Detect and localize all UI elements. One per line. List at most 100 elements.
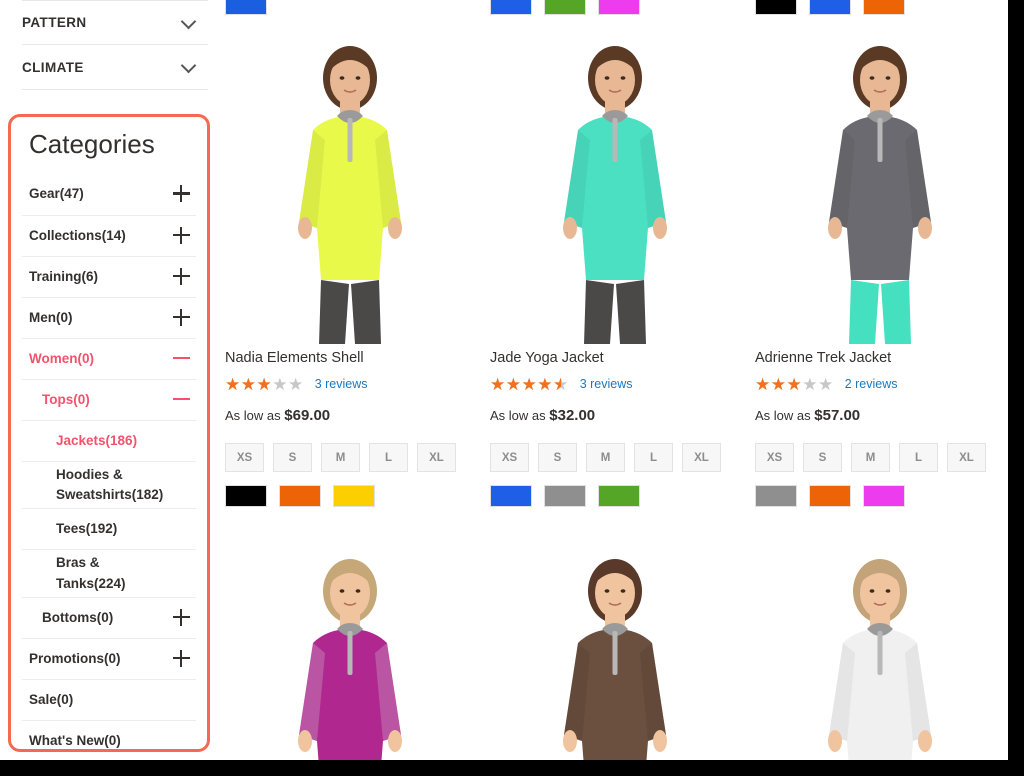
category-item[interactable]: Bottoms(0) — [22, 596, 196, 638]
color-swatch[interactable] — [279, 485, 321, 507]
product-name-link[interactable]: Jade Yoga Jacket — [490, 350, 604, 366]
color-swatch[interactable] — [333, 485, 375, 507]
size-option[interactable]: XS — [490, 443, 529, 472]
size-option[interactable]: S — [273, 443, 312, 472]
size-option[interactable]: L — [634, 443, 673, 472]
product-photo-illustration — [755, 32, 1005, 344]
color-swatch[interactable] — [863, 485, 905, 507]
product-price: As low as $32.00 — [490, 407, 755, 424]
category-item-label: Women(0) — [29, 350, 95, 366]
product-card[interactable] — [225, 545, 490, 760]
color-swatch[interactable] — [544, 0, 586, 15]
product-rating: ★★★★★★★★★★ 3 reviews — [490, 375, 755, 393]
category-item-label: Jackets(186) — [56, 432, 138, 448]
category-item-label: Gear(47) — [29, 186, 84, 202]
color-swatch[interactable] — [225, 485, 267, 507]
size-option-row: XS S M L XL — [225, 443, 490, 472]
color-swatch[interactable] — [809, 485, 851, 507]
category-item[interactable]: Men(0) — [22, 296, 196, 338]
filter-climate[interactable]: CLIMATE — [22, 45, 208, 90]
color-swatch-row — [755, 485, 1008, 507]
color-swatch[interactable] — [225, 0, 267, 15]
category-item-label: Bottoms(0) — [42, 609, 114, 625]
category-item[interactable]: Bras & Tanks(224) — [22, 549, 196, 597]
product-photo-illustration — [490, 32, 740, 344]
product-image-link[interactable] — [490, 32, 740, 348]
color-swatch-row — [490, 485, 755, 507]
size-option[interactable]: XL — [417, 443, 456, 472]
category-item-label: Bras & Tanks(224) — [56, 555, 126, 591]
size-option-row: XS S M L XL — [755, 443, 1008, 472]
product-rating: ★★★★★★★★★★ 2 reviews — [755, 375, 1008, 393]
size-option[interactable]: XS — [755, 443, 794, 472]
product-reviews-link[interactable]: 3 reviews — [580, 377, 633, 391]
color-swatch[interactable] — [755, 0, 797, 15]
category-item[interactable]: Training(6) — [22, 255, 196, 297]
plus-icon[interactable] — [173, 649, 190, 667]
size-option[interactable]: L — [899, 443, 938, 472]
plus-icon[interactable] — [173, 308, 190, 326]
size-option[interactable]: S — [538, 443, 577, 472]
product-card[interactable]: Jade Yoga Jacket ★★★★★★★★★★ 3 reviews As lo… — [490, 32, 755, 507]
product-grid: Nadia Elements Shell★★★★★★★★★★3 reviewsA… — [220, 0, 1008, 760]
category-item[interactable]: Jackets(186) — [22, 419, 196, 461]
color-swatch-row-partial — [490, 0, 640, 15]
filter-list: PATTERN CLIMATE — [0, 0, 220, 90]
category-item[interactable]: Gear(47) — [22, 174, 196, 215]
minus-icon[interactable] — [173, 391, 190, 408]
price-prefix: As low as — [755, 408, 811, 423]
category-item[interactable]: Tops(0) — [22, 378, 196, 420]
color-swatch[interactable] — [755, 485, 797, 507]
category-item-label: Tees(192) — [56, 521, 118, 537]
color-swatch[interactable] — [809, 0, 851, 15]
product-rating: ★★★★★★★★★★ 3 reviews — [225, 375, 490, 393]
product-card[interactable] — [490, 545, 755, 760]
color-swatch-row-partial — [755, 0, 905, 15]
plus-icon[interactable] — [173, 226, 190, 244]
category-item[interactable]: Hoodies & Sweatshirts(182) — [22, 460, 196, 509]
product-card[interactable] — [755, 545, 1008, 760]
product-reviews-link[interactable]: 3 reviews — [315, 377, 368, 391]
color-swatch[interactable] — [598, 485, 640, 507]
plus-icon[interactable] — [173, 185, 190, 203]
product-image-link[interactable] — [755, 32, 1005, 348]
size-option[interactable]: XL — [682, 443, 721, 472]
size-option[interactable]: L — [369, 443, 408, 472]
size-option[interactable]: M — [321, 443, 360, 472]
plus-icon[interactable] — [173, 267, 190, 285]
size-option[interactable]: XL — [947, 443, 986, 472]
color-swatch[interactable] — [544, 485, 586, 507]
plus-icon[interactable] — [173, 608, 190, 626]
product-name-link[interactable]: Adrienne Trek Jacket — [755, 350, 891, 366]
size-option[interactable]: XS — [225, 443, 264, 472]
product-photo-illustration — [225, 32, 475, 344]
category-item[interactable]: What's New(0) — [22, 719, 196, 760]
color-swatch[interactable] — [598, 0, 640, 15]
size-option[interactable]: M — [586, 443, 625, 472]
sidebar-filters: PATTERN CLIMATE Categories Gear(47) Colle… — [0, 0, 220, 760]
price-value: $57.00 — [814, 407, 861, 424]
product-card[interactable]: Nadia Elements Shell ★★★★★★★★★★ 3 reviews A… — [225, 32, 490, 507]
product-card[interactable]: Adrienne Trek Jacket ★★★★★★★★★★ 2 reviews A… — [755, 32, 1008, 507]
filter-pattern-label: PATTERN — [22, 15, 87, 30]
product-price: As low as $69.00 — [225, 407, 490, 424]
color-swatch[interactable] — [863, 0, 905, 15]
category-item[interactable]: Promotions(0) — [22, 637, 196, 679]
size-option[interactable]: S — [803, 443, 842, 472]
product-name-link[interactable]: Nadia Elements Shell — [225, 350, 364, 366]
categories-title: Categories — [29, 129, 155, 159]
category-item[interactable]: Women(0) — [22, 337, 196, 379]
category-item[interactable]: Tees(192) — [22, 508, 196, 549]
categories-panel: Categories Gear(47) Collections(14) Traini… — [8, 114, 210, 760]
color-swatch[interactable] — [490, 0, 532, 15]
product-reviews-link[interactable]: 2 reviews — [845, 377, 898, 391]
size-option-row: XS S M L XL — [490, 443, 755, 472]
product-image-link[interactable] — [225, 32, 475, 348]
size-option[interactable]: M — [851, 443, 890, 472]
category-item[interactable]: Sale(0) — [22, 678, 196, 720]
minus-icon[interactable] — [173, 350, 190, 367]
category-item[interactable]: Collections(14) — [22, 214, 196, 256]
color-swatch[interactable] — [490, 485, 532, 507]
browser-viewport: PATTERN CLIMATE Categories Gear(47) Colle… — [0, 0, 1008, 760]
filter-pattern[interactable]: PATTERN — [22, 0, 208, 45]
